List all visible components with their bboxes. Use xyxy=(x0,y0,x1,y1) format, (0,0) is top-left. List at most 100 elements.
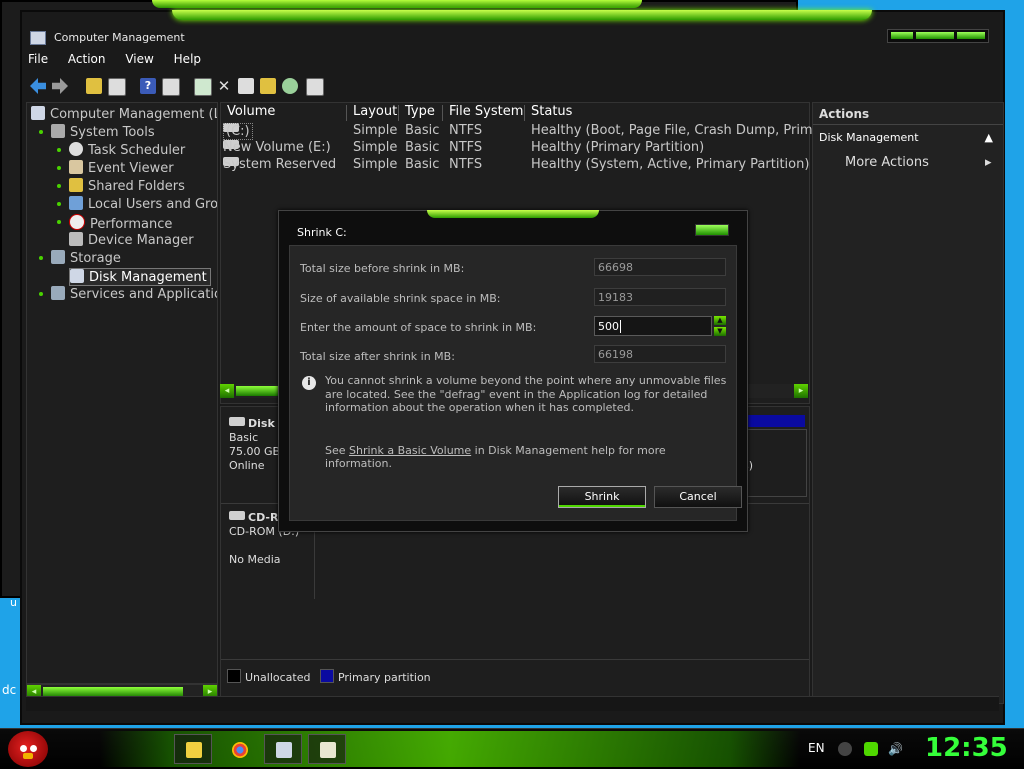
window-controls[interactable] xyxy=(887,29,989,43)
total-before-field: 66698 xyxy=(594,258,726,276)
submenu-arrow-icon: ▸ xyxy=(985,155,992,170)
back-icon[interactable] xyxy=(30,78,46,94)
disk-legend: Unallocated Primary partition xyxy=(227,669,431,684)
tree-item-performance[interactable]: Performance xyxy=(69,214,172,232)
storage-icon xyxy=(51,250,65,264)
label-available-space: Size of available shrink space in MB: xyxy=(300,292,501,305)
menu-view[interactable]: View xyxy=(125,52,153,66)
folder-up-icon[interactable] xyxy=(86,78,102,94)
navigation-tree: Computer Management (Loc System Tools Ta… xyxy=(26,102,218,684)
available-space-field: 19183 xyxy=(594,288,726,306)
tree-item-event-viewer[interactable]: Event Viewer xyxy=(69,160,174,176)
dialog-close-button[interactable] xyxy=(695,224,729,236)
more-actions[interactable]: More Actions ▸ xyxy=(845,155,992,170)
dialog-body: Total size before shrink in MB: 66698 Si… xyxy=(289,245,742,521)
forward-icon[interactable] xyxy=(52,78,68,94)
show-hide-tree-icon[interactable] xyxy=(108,78,126,96)
col-type[interactable]: Type xyxy=(399,105,443,121)
computer-management-icon xyxy=(276,742,292,758)
dialog-title: Shrink C: xyxy=(297,226,347,239)
label-total-before: Total size before shrink in MB: xyxy=(300,262,465,275)
tray-arrow-icon[interactable] xyxy=(838,742,852,756)
table-row[interactable]: New Volume (E:) Simple Basic NTFS Health… xyxy=(221,140,809,157)
spin-up-button[interactable]: ▲ xyxy=(714,316,726,325)
tree-root[interactable]: Computer Management (Loc xyxy=(31,106,217,122)
label-total-after: Total size after shrink in MB: xyxy=(300,350,455,363)
taskbar: EN 🔊 12:35 xyxy=(0,728,1024,769)
taskbar-explorer[interactable] xyxy=(174,734,212,764)
computer-management-icon xyxy=(30,31,46,45)
start-button[interactable] xyxy=(8,731,48,767)
info-icon: i xyxy=(302,376,316,390)
chrome-icon xyxy=(232,742,248,758)
actions-pane: Actions Disk Management ▲ More Actions ▸ xyxy=(812,102,1004,704)
list-scroll-right-button[interactable]: ▸ xyxy=(794,384,808,398)
col-volume[interactable]: Volume xyxy=(221,105,347,121)
device-manager-icon xyxy=(69,232,83,246)
tree-item-disk-management[interactable]: Disk Management xyxy=(69,268,211,286)
menu-bar: File Action View Help xyxy=(28,52,217,70)
spin-down-button[interactable]: ▼ xyxy=(714,327,726,336)
help-icon[interactable]: ? xyxy=(140,78,156,94)
label-shrink-amount: Enter the amount of space to shrink in M… xyxy=(300,321,537,334)
info-message: You cannot shrink a volume beyond the po… xyxy=(325,374,727,414)
shrink-amount-spinner[interactable]: ▲ ▼ xyxy=(714,316,726,336)
tree-item-task-scheduler[interactable]: Task Scheduler xyxy=(69,142,185,158)
explorer-icon xyxy=(186,742,202,758)
actions-disk-management[interactable]: Disk Management ▲ xyxy=(813,131,1003,151)
legend-primary-swatch xyxy=(319,669,334,683)
delete-icon[interactable]: ✕ xyxy=(216,78,232,94)
performance-icon xyxy=(69,214,85,230)
cancel-button[interactable]: Cancel xyxy=(654,486,742,508)
shrink-help-link[interactable]: Shrink a Basic Volume xyxy=(349,444,471,457)
clock[interactable]: 12:35 xyxy=(925,733,1008,763)
col-layout[interactable]: Layout xyxy=(347,105,399,121)
refresh-icon[interactable] xyxy=(194,78,212,96)
volume-list-header: Volume Layout Type File System Status xyxy=(221,103,809,121)
menu-file[interactable]: File xyxy=(28,52,48,66)
menu-help[interactable]: Help xyxy=(174,52,201,66)
list-scroll-left-button[interactable]: ◂ xyxy=(220,384,234,398)
title-bar[interactable]: Computer Management xyxy=(22,26,1003,48)
table-row[interactable]: (C:) Simple Basic NTFS Healthy (Boot, Pa… xyxy=(221,123,834,140)
checklist-icon[interactable] xyxy=(306,78,324,96)
tree-item-device-manager[interactable]: Device Manager xyxy=(69,232,194,248)
taskbar-chrome[interactable] xyxy=(220,734,258,764)
col-file-system[interactable]: File System xyxy=(443,105,525,121)
desktop-text-fragment: u xyxy=(10,596,17,609)
open-folder-icon[interactable] xyxy=(260,78,276,94)
event-log-icon xyxy=(69,160,83,174)
tree-item-system-tools[interactable]: System Tools xyxy=(51,124,155,140)
magnifier-icon[interactable] xyxy=(282,78,298,94)
menu-action[interactable]: Action xyxy=(68,52,106,66)
minimize-button[interactable] xyxy=(891,32,913,39)
total-after-field: 66198 xyxy=(594,345,726,363)
actions-header: Actions xyxy=(813,107,1003,125)
network-icon[interactable] xyxy=(864,742,878,756)
window-title: Computer Management xyxy=(54,31,185,44)
col-status[interactable]: Status xyxy=(525,105,809,121)
users-icon xyxy=(69,196,83,210)
properties-icon[interactable] xyxy=(162,78,180,96)
services-icon xyxy=(51,286,65,300)
tree-item-shared-folders[interactable]: Shared Folders xyxy=(69,178,185,194)
volume-icon[interactable]: 🔊 xyxy=(888,742,903,756)
tools-icon xyxy=(51,124,65,138)
notepad-icon xyxy=(320,742,336,758)
legend-unallocated-swatch xyxy=(227,669,241,683)
copy-icon[interactable] xyxy=(238,78,254,94)
tree-item-storage[interactable]: Storage xyxy=(51,250,121,266)
tree-item-services[interactable]: Services and Application xyxy=(51,286,217,302)
language-indicator[interactable]: EN xyxy=(808,741,825,755)
shrink-button[interactable]: Shrink xyxy=(558,486,646,508)
maximize-button[interactable] xyxy=(916,32,954,39)
disk-management-icon xyxy=(70,269,84,283)
tree-item-local-users[interactable]: Local Users and Grou xyxy=(69,196,217,212)
taskbar-notepad[interactable] xyxy=(308,734,346,764)
close-button[interactable] xyxy=(957,32,985,39)
cdrom-icon xyxy=(229,511,245,520)
table-row[interactable]: System Reserved Simple Basic NTFS Health… xyxy=(221,157,809,174)
shrink-amount-input[interactable]: 500 xyxy=(594,316,712,336)
collapse-up-icon[interactable]: ▲ xyxy=(985,131,993,144)
taskbar-computer-management[interactable] xyxy=(264,734,302,764)
